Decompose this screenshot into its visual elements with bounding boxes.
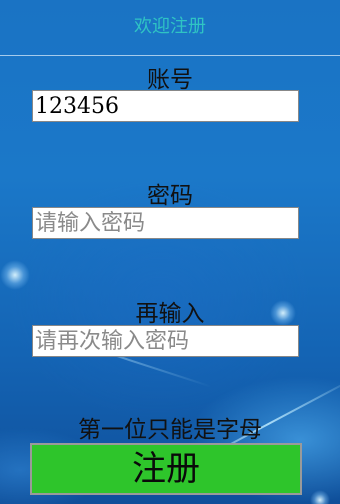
background-sparkle	[0, 260, 30, 290]
account-input[interactable]	[32, 90, 299, 122]
register-button[interactable]: 注册	[30, 443, 302, 495]
password-input[interactable]	[32, 207, 299, 239]
confirm-password-input[interactable]	[32, 325, 299, 357]
account-label: 账号	[147, 67, 193, 93]
app-header: 欢迎注册	[0, 0, 340, 56]
confirm-password-label: 再输入	[135, 301, 205, 327]
password-rule-hint: 第一位只能是字母	[78, 417, 262, 443]
background-sparkle	[310, 490, 330, 504]
password-label: 密码	[147, 183, 193, 209]
page-title: 欢迎注册	[134, 16, 206, 37]
